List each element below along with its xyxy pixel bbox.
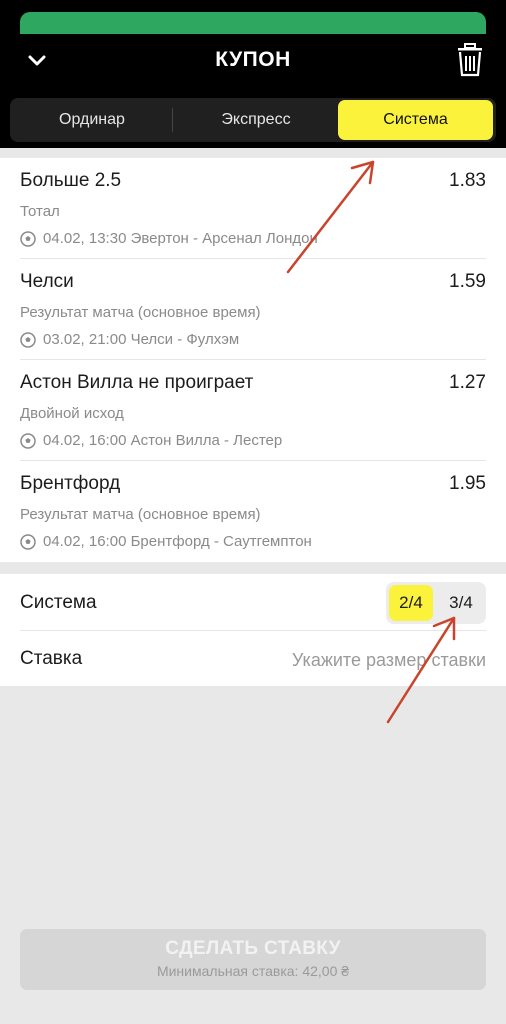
bet-name: Больше 2.5 [20, 170, 122, 191]
stake-label: Ставка [20, 648, 83, 669]
bet-name: Брентфорд [20, 473, 121, 494]
bet-name: Челси [20, 271, 74, 292]
tab-single[interactable]: Ординар [12, 100, 172, 140]
bet-odds: 1.59 [449, 271, 486, 292]
soccer-ball-icon [20, 332, 36, 348]
stake-input[interactable] [256, 646, 486, 674]
divider [20, 630, 486, 631]
system-option-2-4[interactable]: 2/4 [389, 585, 433, 621]
page-title: КУПОН [215, 48, 291, 71]
bet-item[interactable]: Больше 2.5 1.83 Тотал 04.02, 13:30 Эверт… [0, 158, 506, 259]
bet-market: Результат матча (основное время) [20, 506, 261, 523]
soccer-ball-icon [20, 534, 36, 550]
bet-event: 03.02, 21:00 Челси - Фулхэм [43, 331, 240, 348]
trash-icon[interactable] [455, 42, 485, 78]
bet-event: 04.02, 16:00 Брентфорд - Саутгемптон [43, 533, 312, 550]
bet-item[interactable]: Брентфорд 1.95 Результат матча (основное… [0, 461, 506, 562]
bet-event: 04.02, 16:00 Астон Вилла - Лестер [43, 432, 283, 449]
soccer-ball-icon [20, 231, 36, 247]
bet-market: Тотал [20, 203, 60, 220]
bet-settings: Система 2/4 3/4 Ставка [0, 574, 506, 686]
top-strip [20, 12, 486, 34]
bet-market: Двойной исход [20, 405, 124, 422]
tab-system[interactable]: Система [338, 100, 493, 140]
tab-express[interactable]: Экспресс [176, 100, 336, 140]
bet-odds: 1.95 [449, 473, 486, 494]
bet-event: 04.02, 13:30 Эвертон - Арсенал Лондон [43, 230, 318, 247]
place-bet-label: СДЕЛАТЬ СТАВКУ [165, 938, 341, 959]
system-label: Система [20, 592, 97, 613]
bet-odds: 1.83 [449, 170, 486, 191]
soccer-ball-icon [20, 433, 36, 449]
bet-item[interactable]: Астон Вилла не проиграет 1.27 Двойной ис… [0, 360, 506, 461]
coupon-header: КУПОН Ординар Экспресс Система [0, 0, 506, 148]
bet-type-tabs: Ординар Экспресс Система [10, 98, 496, 142]
system-toggle: 2/4 3/4 [386, 582, 486, 624]
system-option-3-4[interactable]: 3/4 [439, 585, 483, 621]
place-bet-button[interactable]: СДЕЛАТЬ СТАВКУ Минимальная ставка: 42,00… [20, 929, 486, 990]
min-stake-label: Минимальная ставка: 42,00 ₴ [156, 963, 350, 979]
bet-market: Результат матча (основное время) [20, 304, 261, 321]
tab-divider [172, 108, 173, 132]
bet-item[interactable]: Челси 1.59 Результат матча (основное вре… [0, 259, 506, 360]
bet-name: Астон Вилла не проиграет [20, 372, 254, 393]
bet-list: Больше 2.5 1.83 Тотал 04.02, 13:30 Эверт… [0, 158, 506, 562]
bet-odds: 1.27 [449, 372, 486, 393]
